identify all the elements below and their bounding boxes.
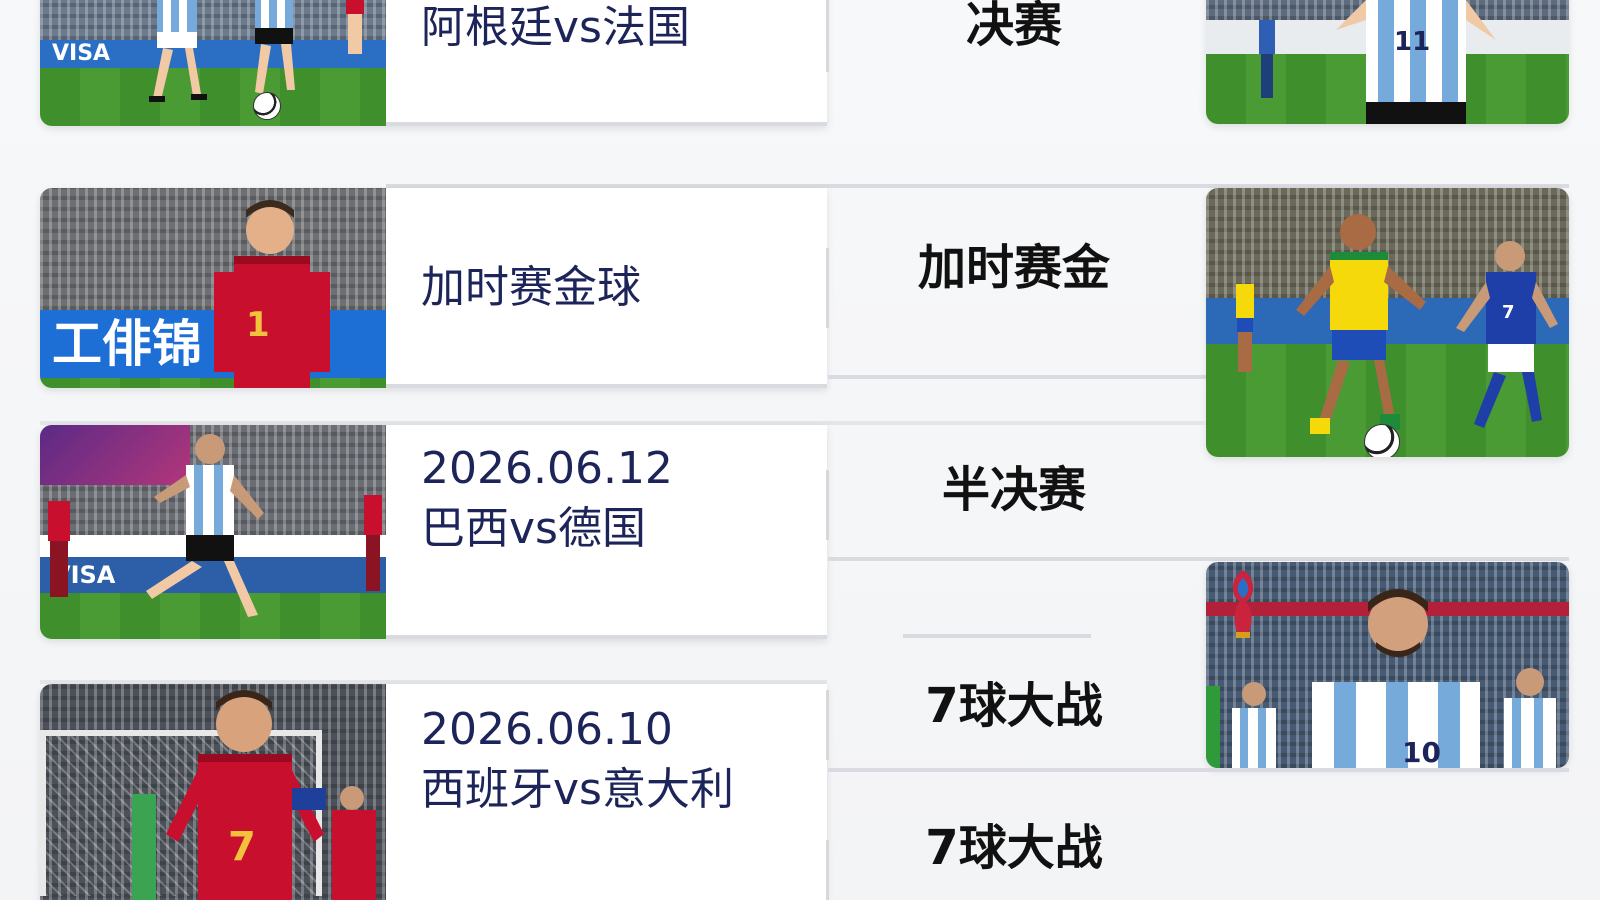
row-divider <box>386 384 827 388</box>
match-teams: 西班牙vs意大利 <box>421 764 734 815</box>
stage-label-seven-goals: 7球大战 <box>925 678 1103 734</box>
jersey-number: 11 <box>1394 27 1430 57</box>
jersey-number: 1 <box>246 305 270 345</box>
match-date: 2026.06.12 <box>421 443 673 494</box>
row-divider <box>828 768 1569 772</box>
france-number-7-player: 7 <box>1456 241 1558 428</box>
jersey-number: 7 <box>1502 302 1515 323</box>
spain-number-7-image: 7 <box>40 684 386 900</box>
match-thumbnail: 工俳锦 1 <box>40 188 386 388</box>
match-title: 2026.06.10 西班牙vs意大利 <box>421 700 734 820</box>
match-title-line: 加时赛金球 <box>421 262 641 313</box>
world-cup-trophy-icon <box>1232 570 1254 638</box>
argentina-number-10-scene: 10 <box>1206 562 1569 768</box>
row-divider <box>903 634 1091 638</box>
background-player-figure <box>1236 284 1254 372</box>
brazil-player-figure <box>1296 214 1426 434</box>
argentina-player-figure <box>149 0 207 102</box>
match-title: 加时赛金球 <box>421 258 641 318</box>
match-card-extra-time-golden-goal[interactable]: 工俳锦 1 加时赛金球 <box>40 188 827 388</box>
background-player-figure <box>332 786 376 900</box>
background-player-figure <box>132 794 156 900</box>
argentina-runner-figure <box>146 434 264 617</box>
football-icon <box>1364 424 1400 457</box>
match-title: 2026.06.12 巴西vs德国 <box>421 439 673 559</box>
row-divider <box>386 635 827 639</box>
match-card-brazil-germany[interactable]: VISA 2026.06.12 巴西vs德国 <box>40 425 827 639</box>
spain-player-image: 工俳锦 1 <box>40 188 386 388</box>
background-player-figure <box>364 495 382 591</box>
background-player-figure <box>1504 668 1556 768</box>
background-player-figure <box>1206 686 1220 768</box>
row-divider <box>828 375 1206 379</box>
brazil-vs-france-image[interactable]: 7 <box>1206 188 1569 457</box>
argentina-star-scene: 11 <box>1206 0 1569 124</box>
argentina-number-10-image[interactable]: 10 <box>1206 562 1569 768</box>
match-card-argentina-france[interactable]: VISA 阿根廷vs法国 <box>40 0 827 126</box>
background-player-figure <box>48 501 70 597</box>
match-title: 阿根廷vs法国 <box>421 0 690 58</box>
argentina-star-image[interactable]: 11 <box>1206 0 1569 124</box>
opponent-player-figure <box>346 0 364 54</box>
spain-number-1-player: 1 <box>214 200 330 388</box>
jersey-number: 10 <box>1402 736 1441 768</box>
stage-label-extra-time: 加时赛金 <box>917 240 1110 296</box>
background-player-figure <box>1232 682 1276 768</box>
background-player-figure <box>1259 20 1275 98</box>
row-divider <box>386 122 827 126</box>
match-thumbnail: VISA <box>40 0 386 126</box>
stage-label-seven-goals-2: 7球大战 <box>925 820 1103 876</box>
argentina-number-10-player: 10 <box>1312 589 1480 768</box>
stage-label-semifinal: 半决赛 <box>941 462 1086 518</box>
match-teams: 巴西vs德国 <box>421 503 646 554</box>
argentina-match-image: VISA <box>40 0 386 126</box>
row-divider <box>828 557 1569 561</box>
match-card-spain-italy[interactable]: 7 2026.06.10 西班牙vs意大利 <box>40 684 827 900</box>
stage-label-final: 决赛 <box>965 0 1062 53</box>
argentina-number-11-player: 11 <box>1336 0 1496 124</box>
brazil-vs-france-scene: 7 <box>1206 188 1569 457</box>
football-icon <box>253 92 281 120</box>
match-title-line: 阿根廷vs法国 <box>421 2 690 53</box>
match-list-screen: VISA 阿根廷vs法国 决赛 11 工俳锦 1 加时赛金球 加时赛金 7 VI… <box>0 0 1600 900</box>
jersey-number: 7 <box>228 824 256 870</box>
argentina-runner-image: VISA <box>40 425 386 639</box>
match-thumbnail: 7 <box>40 684 386 900</box>
match-thumbnail: VISA <box>40 425 386 639</box>
match-date: 2026.06.10 <box>421 704 673 755</box>
